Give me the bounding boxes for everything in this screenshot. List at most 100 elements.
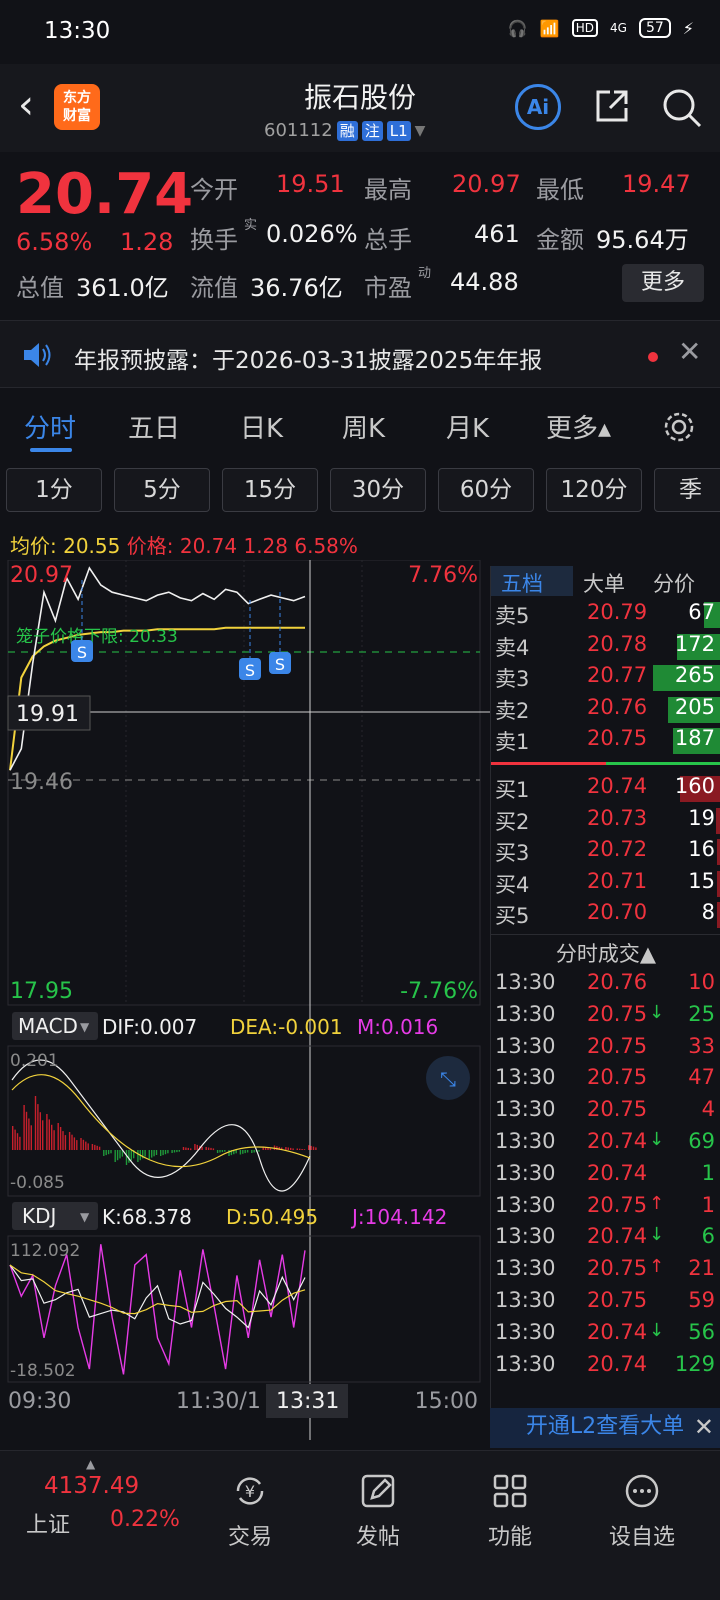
- macd-bar: [34, 1096, 37, 1150]
- macd-bar: [71, 1134, 73, 1150]
- search-icon[interactable]: [660, 86, 704, 130]
- macd-bar: [244, 1150, 246, 1154]
- mid-label: 19.46: [10, 770, 73, 795]
- bid-row[interactable]: 买4 20.71 15: [491, 869, 720, 901]
- period-5min[interactable]: 5分: [114, 468, 210, 512]
- period-quarter[interactable]: 季: [654, 468, 720, 512]
- gear-icon[interactable]: [662, 410, 696, 444]
- add-watchlist-label: 设自选: [608, 1525, 675, 1550]
- macd-bar: [201, 1146, 203, 1150]
- macd-bar: [239, 1150, 242, 1155]
- intraday-chart[interactable]: 20.97 7.76% 笼子价格下限: 20.33 19.91 19.46 17…: [0, 560, 490, 1440]
- trade-price: 20.74: [587, 1351, 648, 1376]
- k-line: [9, 1264, 306, 1329]
- open-value: 19.51: [276, 170, 345, 198]
- trade-time: 13:30: [495, 1160, 556, 1185]
- function-button[interactable]: 功能: [450, 1471, 570, 1551]
- dif-label: DIF:0.007: [102, 1015, 197, 1039]
- bid-level: 买5: [495, 904, 530, 928]
- notice-text: 年报预披露：于2026-03-31披露2025年年报: [74, 348, 543, 374]
- change-value: 1.28: [120, 228, 174, 256]
- trade-price: 20.74: [587, 1319, 648, 1344]
- bid-price: 20.74: [587, 774, 648, 798]
- share-icon[interactable]: [592, 86, 632, 126]
- ymax-label: 20.97: [10, 563, 73, 588]
- trade-row: 13:30 20.75 ↑ 1: [491, 1193, 720, 1225]
- bid-row[interactable]: 买3 20.72 16: [491, 837, 720, 869]
- high-value: 20.97: [452, 170, 521, 198]
- macd-bar: [46, 1114, 48, 1150]
- macd-bar: [153, 1150, 155, 1157]
- ask-row[interactable]: 卖4 20.78 172: [491, 632, 720, 664]
- bid-level: 买1: [495, 778, 530, 802]
- notice-bar[interactable]: 年报预披露：于2026-03-31披露2025年年报 ✕: [0, 320, 720, 388]
- period-1min[interactable]: 1分: [6, 468, 102, 512]
- macd-bar: [160, 1150, 162, 1156]
- tab-five-day[interactable]: 五日: [128, 408, 180, 445]
- trade-volume: 1: [701, 1192, 715, 1217]
- macd-bar: [212, 1148, 215, 1151]
- ask-row[interactable]: 卖2 20.76 205: [491, 695, 720, 727]
- macd-bar: [76, 1140, 78, 1150]
- ymin-label: 17.95: [10, 979, 73, 1004]
- sell-marker[interactable]: S: [239, 600, 261, 680]
- j-line: [9, 1244, 306, 1375]
- tab-big-order[interactable]: 大单: [583, 568, 625, 598]
- bid-price: 20.72: [587, 837, 648, 861]
- ai-button[interactable]: Ai: [515, 84, 561, 130]
- macd-histogram: [12, 1096, 317, 1165]
- period-30min[interactable]: 30分: [330, 468, 426, 512]
- bid-volume: 8: [701, 900, 715, 924]
- macd-bar: [14, 1129, 16, 1150]
- close-icon[interactable]: ✕: [678, 335, 701, 368]
- bid-row[interactable]: 买1 20.74 160: [491, 774, 720, 806]
- dea-label: DEA:-0.001: [230, 1015, 343, 1039]
- period-60min[interactable]: 60分: [438, 468, 534, 512]
- macd-bar: [144, 1150, 146, 1157]
- ask-row[interactable]: 卖1 20.75 187: [491, 726, 720, 758]
- mcap-label: 总值: [16, 274, 64, 302]
- period-15min[interactable]: 15分: [222, 468, 318, 512]
- tab-monthly-k[interactable]: 月K: [446, 408, 489, 445]
- add-watchlist-button[interactable]: 设自选: [582, 1471, 702, 1551]
- bid-row[interactable]: 买5 20.70 8: [491, 900, 720, 932]
- sell-marker[interactable]: S: [269, 592, 291, 674]
- l2-text: 开通L2查看大单: [525, 1414, 685, 1439]
- svg-text:¥: ¥: [245, 1482, 255, 1501]
- post-button[interactable]: 发帖: [318, 1471, 438, 1551]
- tab-weekly-k[interactable]: 周K: [342, 408, 385, 445]
- tab-more[interactable]: 更多▴: [546, 408, 611, 445]
- header: ‹ 东方 财富 振石股份 601112 融 注 L1 ▼ Ai: [0, 64, 720, 152]
- more-button[interactable]: 更多: [622, 264, 704, 302]
- divider: [491, 934, 720, 935]
- ask-row[interactable]: 卖3 20.77 265: [491, 663, 720, 695]
- trade-price: 20.75: [587, 1192, 648, 1217]
- tab-intraday[interactable]: 分时: [24, 408, 76, 445]
- l2-upgrade-banner[interactable]: 开通L2查看大单 ✕: [490, 1408, 720, 1448]
- tab-daily-k[interactable]: 日K: [240, 408, 283, 445]
- volume-label: 总手: [364, 226, 412, 254]
- ask-row[interactable]: 卖5 20.79 67: [491, 600, 720, 632]
- margin-tag: 融: [336, 120, 358, 141]
- close-icon[interactable]: ✕: [694, 1408, 714, 1446]
- macd-bar: [114, 1150, 116, 1162]
- price-label: 价格:: [126, 534, 174, 558]
- tab-price-dist[interactable]: 分价: [653, 568, 695, 598]
- bid-row[interactable]: 买2 20.73 19: [491, 806, 720, 838]
- period-120min[interactable]: 120分: [546, 468, 642, 512]
- macd-name: MACD: [18, 1014, 78, 1038]
- trade-button[interactable]: ¥ 交易: [190, 1471, 310, 1551]
- trade-time: 13:30: [495, 1033, 556, 1058]
- low-value: 19.47: [622, 170, 691, 198]
- tab-five-level[interactable]: 五档: [501, 568, 543, 598]
- trade-volume: 69: [688, 1129, 715, 1153]
- trade-direction-icon: ↓: [649, 1224, 665, 1246]
- macd-bar: [82, 1139, 85, 1150]
- trades-title[interactable]: 分时成交▲: [491, 938, 720, 968]
- trade-row: 13:30 20.76 10: [491, 970, 720, 1002]
- d-label: D:50.495: [226, 1205, 318, 1229]
- speaker-icon: [24, 343, 51, 367]
- macd-bar: [116, 1150, 119, 1161]
- stock-code-row[interactable]: 601112 融 注 L1 ▼: [264, 120, 425, 141]
- status-time: 13:30: [44, 18, 111, 44]
